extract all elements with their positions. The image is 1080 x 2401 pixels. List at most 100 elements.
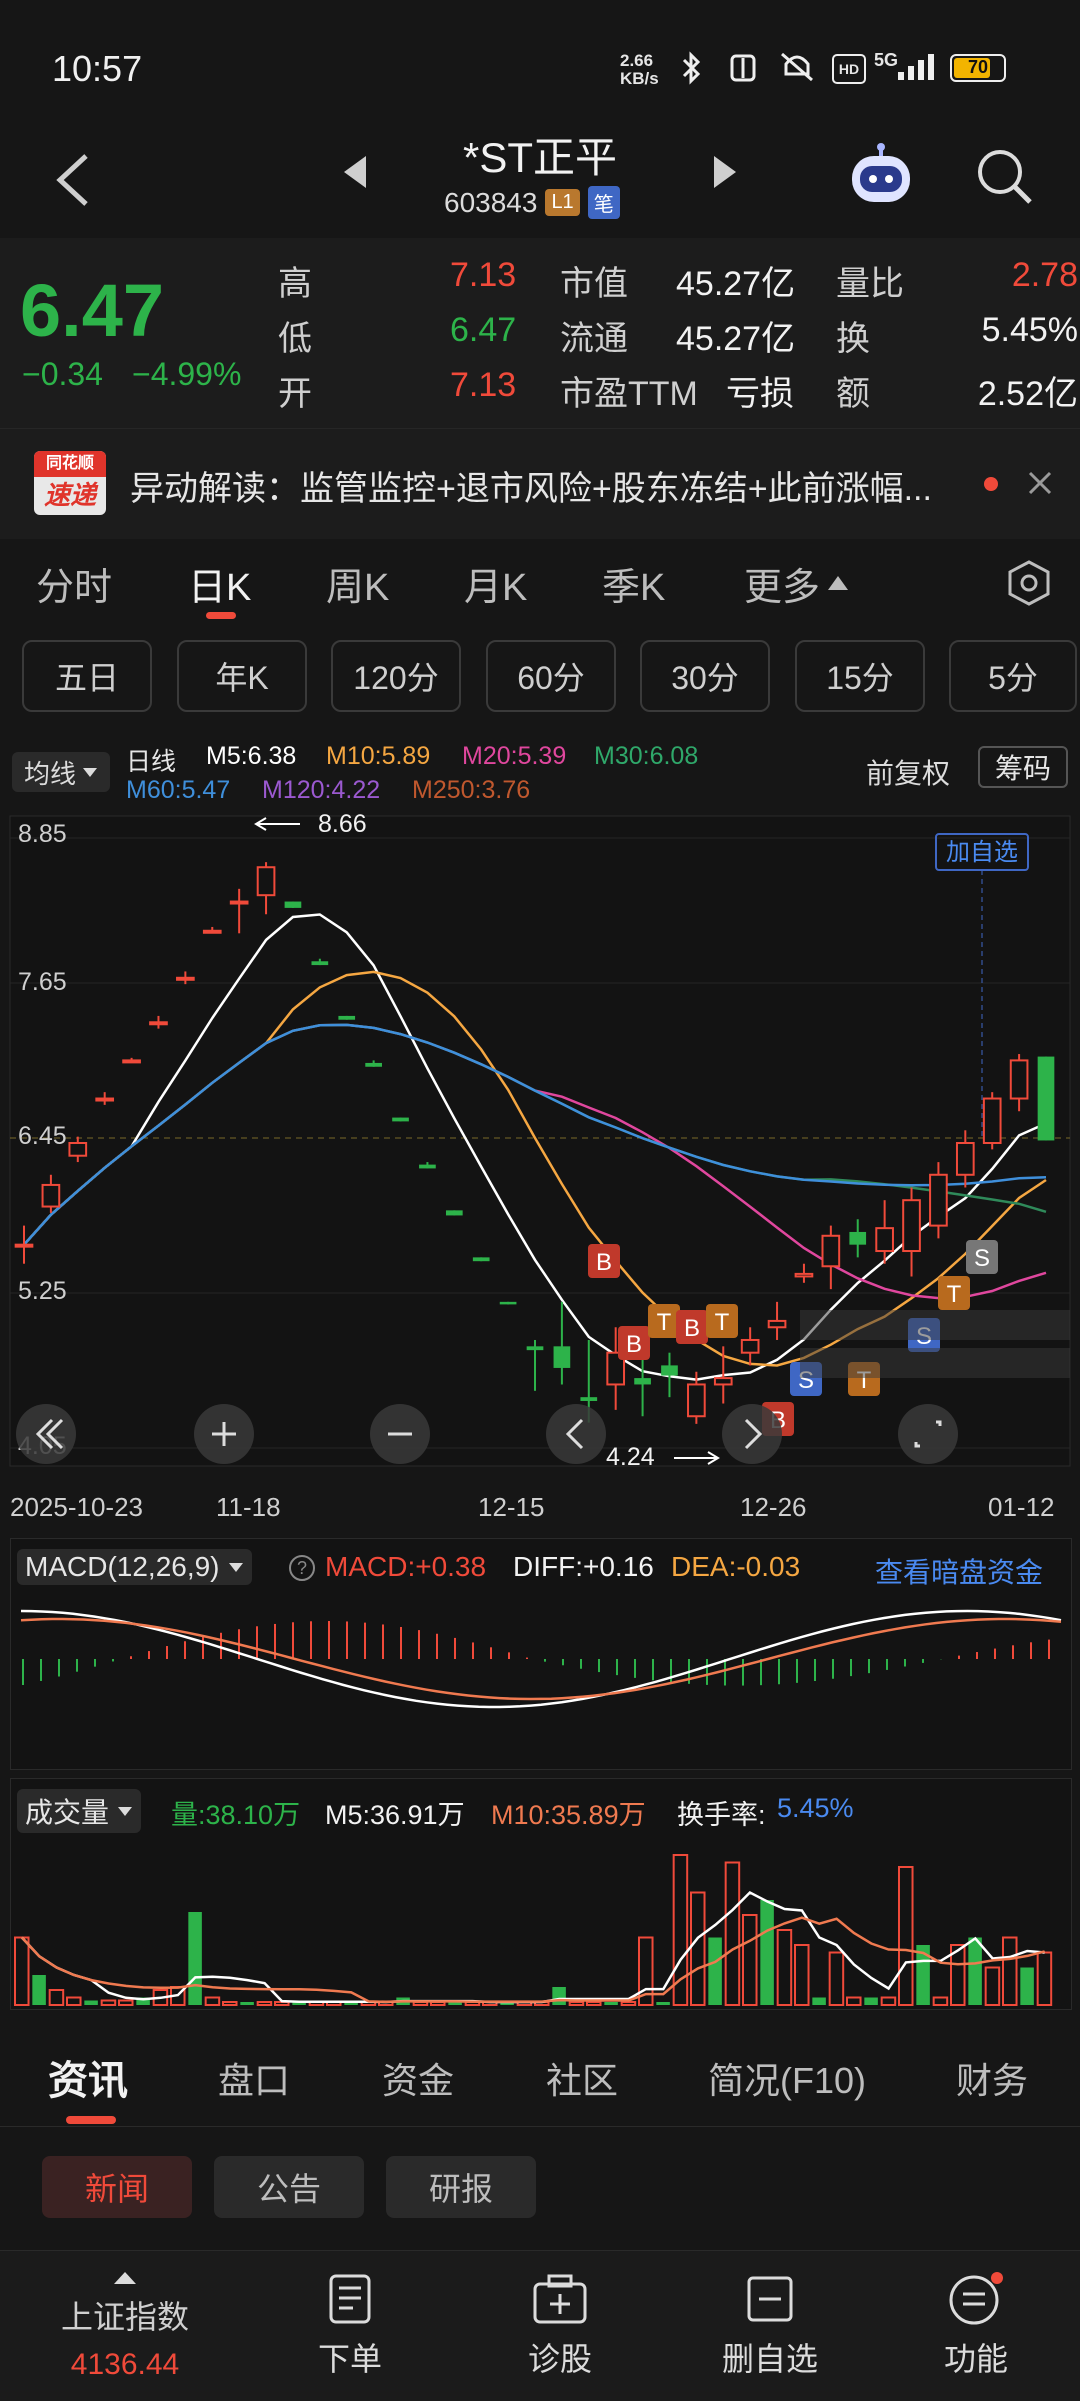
volume-bar	[84, 2000, 98, 2005]
volume-bar	[898, 1866, 914, 2006]
robot-assistant-icon[interactable]	[846, 142, 916, 212]
rewind-button[interactable]	[16, 1404, 76, 1464]
low-label: 4.24	[606, 1443, 655, 1471]
nav-remove-watch[interactable]: 删自选	[690, 2251, 850, 2401]
level-badge: L1	[545, 189, 580, 216]
adjust-mode[interactable]: 前复权	[866, 752, 950, 792]
pill-five-day[interactable]: 五日	[22, 640, 152, 712]
value-low: 6.47	[450, 311, 517, 349]
tab-more[interactable]: 更多	[744, 556, 820, 611]
zoom-in-button[interactable]	[194, 1404, 254, 1464]
nav-order[interactable]: 下单	[270, 2251, 430, 2401]
nav-functions[interactable]: 功能	[896, 2251, 1056, 2401]
volume-bar	[656, 2002, 670, 2005]
stock-code: 603843	[444, 186, 538, 218]
chip-button[interactable]: 筹码	[978, 746, 1068, 788]
candle	[338, 1015, 356, 1020]
volume-bar	[256, 2001, 273, 2006]
scroll-left-button[interactable]	[546, 1404, 606, 1464]
tab-intraday[interactable]: 分时	[36, 556, 112, 611]
alert-text: 异动解读：监管监控+退市风险+股东冻结+此前涨幅...	[130, 470, 932, 508]
info-tabs: 资讯 盘口 资金 社区 简况(F10) 财务	[0, 2026, 1080, 2127]
volume-bar	[690, 1891, 706, 2006]
add-watch-label[interactable]: 加自选	[946, 839, 1018, 866]
volume-bar	[48, 1989, 65, 2006]
tab-news[interactable]: 资讯	[48, 2048, 128, 2106]
value-mktcap: 45.27亿	[676, 265, 796, 303]
vol-m5: M5:36.91万	[325, 1800, 465, 1830]
diff-value: DIFF:+0.16	[513, 1551, 654, 1582]
subtab-news[interactable]: 新闻	[42, 2156, 192, 2218]
dropdown-icon	[83, 768, 97, 777]
x-tick: 11-18	[216, 1492, 281, 1522]
tab-community[interactable]: 社区	[546, 2052, 618, 2104]
volume-bar	[864, 1997, 878, 2005]
label-amount: 额	[836, 375, 870, 413]
subtab-research[interactable]: 研报	[386, 2156, 536, 2218]
index-ticker[interactable]: 上证指数 4136.44	[20, 2251, 230, 2401]
x-tick: 12-15	[478, 1492, 545, 1522]
kline-chart[interactable]: 8.85 7.65 6.45 5.25 4.05 8.66 4.24 B B T…	[0, 808, 1080, 1538]
tab-funds[interactable]: 资金	[382, 2052, 454, 2104]
volume-bar	[968, 1937, 982, 2005]
index-name: 上证指数	[60, 2299, 189, 2335]
volume-bar	[760, 1900, 774, 2005]
menu-icon	[949, 2272, 1003, 2325]
tab-daily-k[interactable]: 日K	[188, 556, 251, 611]
pill-30min[interactable]: 30分	[640, 640, 770, 712]
volume-chart	[14, 1854, 1053, 2006]
candle	[982, 1092, 1002, 1150]
pill-60min[interactable]: 60分	[486, 640, 616, 712]
tab-quarterly-k[interactable]: 季K	[602, 556, 665, 611]
volume-name: 成交量	[25, 1797, 110, 1828]
volume-bar	[880, 1996, 897, 2006]
volume-bar	[118, 1999, 134, 2006]
bottom-nav: 上证指数 4136.44 下单 诊股 删自选 功能	[0, 2250, 1080, 2401]
tab-weekly-k[interactable]: 周K	[326, 556, 389, 611]
sub-tabs: 新闻 公告 研报	[0, 2156, 1080, 2220]
ma10-value: M10:5.89	[326, 742, 431, 770]
volume-bar	[568, 2001, 585, 2006]
subtab-announcements[interactable]: 公告	[214, 2156, 364, 2218]
scroll-right-button[interactable]	[722, 1404, 782, 1464]
close-icon[interactable]	[1024, 467, 1056, 499]
macd-selector[interactable]: MACD(12,26,9)	[17, 1549, 252, 1585]
news-alert-banner[interactable]: 同花顺 速递 异动解读：监管监控+退市风险+股东冻结+此前涨幅...	[0, 428, 1080, 539]
pill-5min[interactable]: 5分	[949, 640, 1077, 712]
tab-orderbook[interactable]: 盘口	[218, 2052, 290, 2104]
interval-pills: 五日 年K 120分 60分 30分 15分 5分	[0, 640, 1080, 720]
pill-year-k[interactable]: 年K	[177, 640, 307, 712]
help-icon[interactable]: ?	[287, 1553, 317, 1583]
search-icon[interactable]	[972, 144, 1036, 208]
fullscreen-button[interactable]	[898, 1404, 958, 1464]
ma-selector[interactable]: 均线	[12, 752, 110, 792]
candle	[445, 1210, 463, 1216]
y-tick: 8.85	[18, 820, 67, 848]
mute-icon	[781, 52, 813, 82]
volume-selector[interactable]: 成交量	[17, 1789, 142, 1833]
ma250-value: M250:3.76	[412, 776, 531, 804]
ma30-value: M30:6.08	[594, 742, 699, 770]
logo-line2: 速递	[43, 480, 96, 510]
label-low: 低	[278, 320, 312, 358]
vibrate-icon	[730, 54, 756, 82]
nav-diagnose[interactable]: 诊股	[480, 2251, 640, 2401]
net-speed: 2.66 KB/s	[620, 51, 659, 88]
tab-finance[interactable]: 财务	[956, 2052, 1028, 2104]
pill-15min[interactable]: 15分	[795, 640, 925, 712]
pill-120min[interactable]: 120分	[331, 640, 461, 712]
macd-panel: MACD(12,26,9) ? MACD:+0.38 DIFF:+0.16 DE…	[10, 1538, 1072, 1770]
dark-pool-link[interactable]: 查看暗盘资金	[875, 1551, 1043, 1591]
volume-bar	[846, 1996, 862, 2006]
zoom-out-button[interactable]	[370, 1404, 430, 1464]
tab-profile[interactable]: 简况(F10)	[708, 2052, 866, 2104]
info-tab-indicator	[66, 2116, 116, 2124]
label-mktcap: 市值	[560, 265, 628, 303]
bluetooth-icon	[682, 51, 701, 85]
ma120-value: M120:4.22	[262, 776, 381, 804]
settings-hex-icon[interactable]	[1004, 558, 1054, 608]
next-stock-icon[interactable]	[710, 150, 742, 194]
index-value: 4136.44	[70, 2348, 180, 2381]
tab-monthly-k[interactable]: 月K	[464, 556, 527, 611]
unread-dot	[984, 477, 998, 491]
